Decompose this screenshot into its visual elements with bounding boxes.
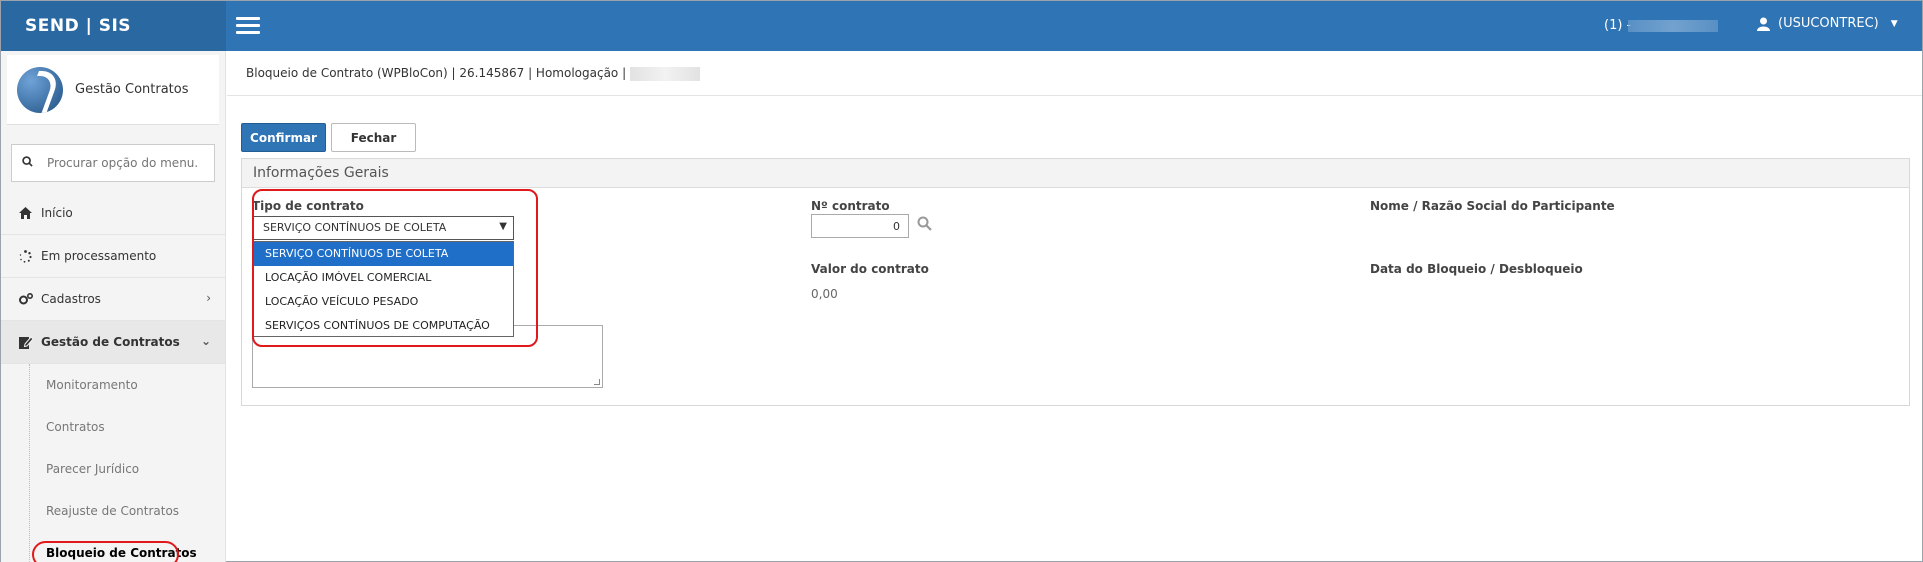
user-menu[interactable]: (USUCONTREC) ▼ (1757, 16, 1898, 31)
numero-contrato-label: Nº contrato (811, 199, 890, 213)
submenu-item-label: Parecer Jurídico (46, 462, 140, 476)
sidebar-item-label: Gestão de Contratos (41, 335, 180, 349)
tipo-contrato-label: Tipo de contrato (252, 199, 364, 213)
chevron-down-icon: ▼ (499, 221, 507, 232)
sidebar-title: Gestão Contratos (75, 82, 189, 97)
search-icon (22, 155, 33, 171)
sidebar-item-inicio[interactable]: Início (1, 192, 225, 235)
numero-contrato-input[interactable] (811, 214, 909, 238)
panel-title: Informações Gerais (242, 159, 1909, 188)
sidebar-item-label: Início (41, 206, 73, 220)
sidebar-item-label: Cadastros (41, 292, 101, 306)
user-icon (1757, 17, 1770, 31)
gears-icon (19, 293, 33, 305)
general-info-panel: Informações Gerais Tipo de contrato SERV… (241, 158, 1910, 406)
dropdown-option[interactable]: SERVIÇOS CONTÍNUOS DE COMPUTAÇÃO (253, 314, 513, 338)
dropdown-option[interactable]: LOCAÇÃO VEÍCULO PESADO (253, 290, 513, 314)
submenu-item-reajuste-contratos[interactable]: Reajuste de Contratos (1, 490, 225, 532)
home-icon (19, 207, 33, 219)
confirm-button[interactable]: Confirmar (241, 123, 326, 152)
chevron-right-icon: › (206, 291, 211, 305)
user-name: (USUCONTREC) (1778, 16, 1879, 31)
main-content: Bloqueio de Contrato (WPBloCon) | 26.145… (227, 51, 1922, 561)
dropdown-option[interactable]: SERVIÇO CONTÍNUOS DE COLETA (253, 242, 513, 266)
valor-contrato-label: Valor do contrato (811, 262, 929, 276)
submenu-item-bloqueio-contratos[interactable]: Bloqueio de Contratos (1, 532, 225, 562)
nome-participante-label: Nome / Razão Social do Participante (1370, 199, 1615, 213)
top-bar: SEND | SIS (1) - (USUCONTREC) ▼ (1, 1, 1922, 51)
highlight-outline (32, 541, 179, 562)
sidebar-item-em-processamento[interactable]: Em processamento (1, 235, 225, 278)
menu-search-input[interactable] (47, 156, 197, 170)
sidebar-header: Gestão Contratos (7, 55, 219, 125)
sidebar-item-cadastros[interactable]: Cadastros › (1, 278, 225, 321)
dropdown-option[interactable]: LOCAÇÃO IMÓVEL COMERCIAL (253, 266, 513, 290)
sidebar: Gestão Contratos Início Em processamento… (1, 51, 226, 562)
breadcrumb: Bloqueio de Contrato (WPBloCon) | 26.145… (227, 51, 1922, 96)
chevron-down-icon: ⌄ (200, 334, 211, 348)
redacted-info (1628, 20, 1718, 32)
redacted-info (629, 66, 700, 81)
sidebar-item-label: Em processamento (41, 249, 157, 263)
caret-down-icon: ▼ (1890, 18, 1898, 29)
sidebar-item-gestao-contratos[interactable]: Gestão de Contratos ⌄ (1, 321, 225, 364)
resize-handle[interactable] (594, 379, 600, 385)
edit-icon (19, 335, 33, 349)
tipo-contrato-dropdown: SERVIÇO CONTÍNUOS DE COLETA LOCAÇÃO IMÓV… (252, 241, 514, 337)
submenu-item-label: Reajuste de Contratos (46, 504, 180, 518)
menu-toggle-icon[interactable] (236, 17, 260, 35)
menu-search[interactable] (11, 144, 215, 182)
tipo-contrato-select[interactable]: SERVIÇO CONTÍNUOS DE COLETA ▼ (252, 216, 514, 240)
valor-contrato-value: 0,00 (811, 287, 838, 301)
close-button[interactable]: Fechar (331, 123, 416, 152)
data-bloqueio-label: Data do Bloqueio / Desbloqueio (1370, 262, 1583, 276)
submenu-item-label: Monitoramento (46, 378, 138, 392)
submenu-item-parecer-juridico[interactable]: Parecer Jurídico (1, 448, 225, 490)
select-value: SERVIÇO CONTÍNUOS DE COLETA (263, 221, 447, 234)
company-logo (17, 66, 63, 113)
submenu-item-monitoramento[interactable]: Monitoramento (1, 364, 225, 406)
search-icon[interactable] (917, 216, 932, 235)
submenu-item-label: Contratos (46, 420, 105, 434)
gestao-contratos-submenu: Monitoramento Contratos Parecer Jurídico… (1, 364, 225, 562)
breadcrumb-text: Bloqueio de Contrato (WPBloCon) | 26.145… (246, 66, 627, 80)
spinner-icon (19, 249, 33, 263)
brand-logo-text[interactable]: SEND | SIS (1, 1, 226, 51)
submenu-item-contratos[interactable]: Contratos (1, 406, 225, 448)
